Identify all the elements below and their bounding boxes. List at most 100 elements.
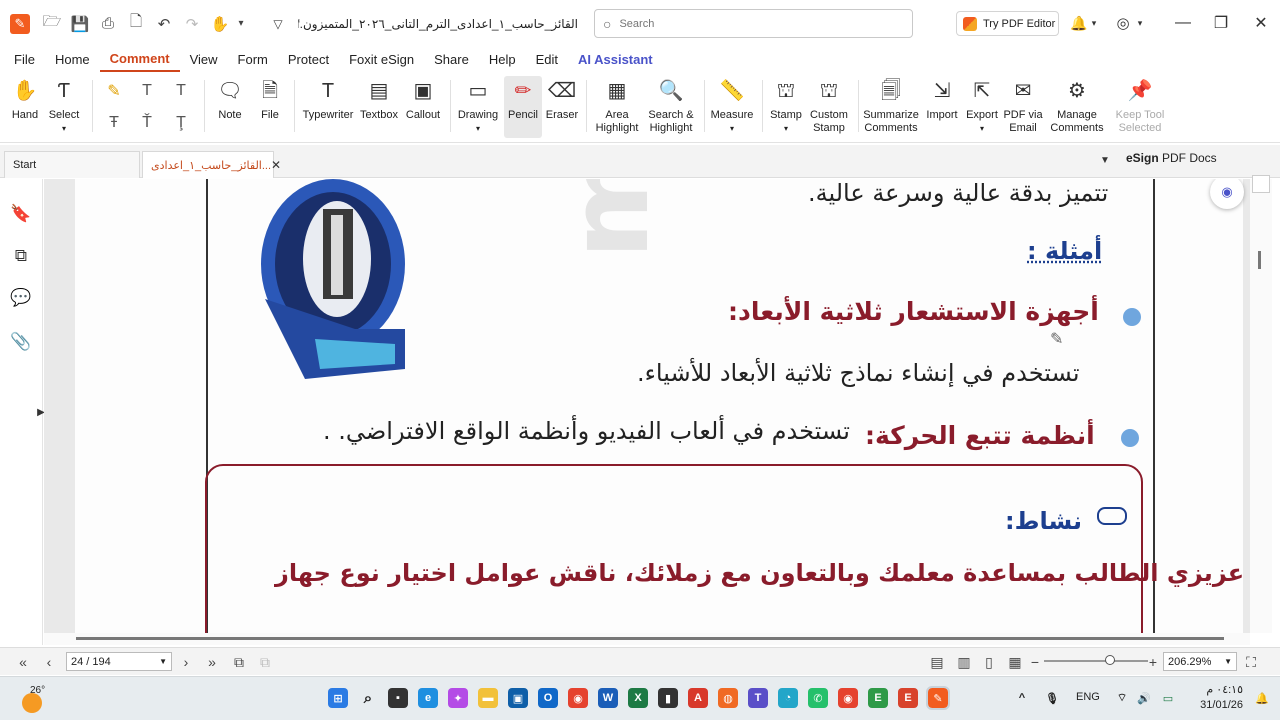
drawing-button[interactable]: ▭ Drawing ▾ xyxy=(456,76,500,138)
measure-button[interactable]: 📏 Measure ▾ xyxy=(708,76,756,138)
strikeout-icon[interactable]: Ŧ xyxy=(103,112,125,134)
word-icon[interactable]: W xyxy=(598,688,618,708)
chrome-icon[interactable]: ◉ xyxy=(568,688,588,708)
search-input[interactable] xyxy=(619,17,880,30)
try-pdf-editor-button[interactable]: Try PDF Editor xyxy=(956,11,1059,36)
taskbar-search-icon[interactable]: ⌕ xyxy=(358,688,378,708)
horizontal-scroll-thumb[interactable] xyxy=(76,637,1224,640)
clock[interactable]: ٠٤:١٥ م 31/01/26 xyxy=(1193,683,1243,713)
tab-document[interactable]: ...القائز_حاسب_١_اعدادى ✕ xyxy=(142,151,281,178)
new-document-icon[interactable]: 🗋 xyxy=(122,10,150,38)
zoom-level-field[interactable]: 206.29% ▼ xyxy=(1163,652,1237,671)
volume-icon[interactable]: 🔊 xyxy=(1134,688,1154,708)
notification-center-icon[interactable]: 🔔 xyxy=(1252,688,1272,708)
continuous-view-icon[interactable]: ▥ xyxy=(953,652,975,672)
file-attachment-button[interactable]: 🗎 File xyxy=(252,76,288,138)
summarize-comments-button[interactable]: 🗐 Summarize Comments xyxy=(862,76,920,138)
pdf-via-email-button[interactable]: ✉ PDF via Email xyxy=(1002,76,1044,138)
document-view[interactable]: menG5 تتميز بدقة عالية وسرعة عالية. أمثل… xyxy=(44,179,1272,633)
battery-icon[interactable]: ▭ xyxy=(1158,688,1178,708)
start-button-icon[interactable]: ⊞ xyxy=(328,688,348,708)
chrome2-icon[interactable]: ◉ xyxy=(838,688,858,708)
file-explorer-icon[interactable]: ▬ xyxy=(478,688,498,708)
stamp-button[interactable]: ⛫ Stamp ▾ xyxy=(766,76,806,138)
select-button[interactable]: Ƭ Select ▾ xyxy=(46,76,82,138)
continuous-facing-view-icon[interactable]: ▦ xyxy=(1004,652,1026,672)
menu-ai-assistant[interactable]: AI Assistant xyxy=(568,47,663,72)
zoom-in-icon[interactable]: + xyxy=(1142,652,1164,672)
store-icon[interactable]: ▣ xyxy=(508,688,528,708)
menu-comment[interactable]: Comment xyxy=(99,47,180,72)
menu-file[interactable]: File xyxy=(4,47,45,72)
attachment-icon[interactable]: 📎 xyxy=(10,331,32,353)
close-tab-icon[interactable]: ✕ xyxy=(271,158,281,172)
save-icon[interactable]: 💾 xyxy=(66,10,94,38)
next-view-icon[interactable]: ⧉ xyxy=(254,652,276,672)
area-highlight-button[interactable]: ▦ Area Highlight xyxy=(592,76,642,138)
insert-text-icon[interactable]: Ţ xyxy=(170,112,192,134)
single-page-view-icon[interactable]: ▤ xyxy=(926,652,948,672)
zoom-slider-thumb[interactable] xyxy=(1105,655,1115,665)
microphone-icon[interactable]: 🎙 xyxy=(1042,688,1062,708)
edge-browser-icon[interactable]: e xyxy=(418,688,438,708)
eraser-button[interactable]: ⌫ Eraser xyxy=(544,76,580,138)
minimize-icon[interactable]: — xyxy=(1168,8,1198,38)
whatsapp-icon[interactable]: ✆ xyxy=(808,688,828,708)
panel-toggle-icon[interactable] xyxy=(1252,175,1270,193)
task-view-icon[interactable]: ▪ xyxy=(388,688,408,708)
teams-icon[interactable]: T xyxy=(748,688,768,708)
menu-edit[interactable]: Edit xyxy=(526,47,568,72)
undo-icon[interactable]: ↶ xyxy=(150,10,178,38)
hand-tool-icon[interactable]: ✋ xyxy=(206,10,234,38)
close-window-icon[interactable]: ✕ xyxy=(1246,8,1276,38)
page-number-field[interactable]: 24 / 194 ▼ xyxy=(66,652,172,671)
previous-view-icon[interactable]: ⧉ xyxy=(228,652,250,672)
comments-panel-icon[interactable]: 💬 xyxy=(10,287,32,309)
export-button[interactable]: ⇱ Export ▾ xyxy=(962,76,1002,138)
last-page-icon[interactable]: » xyxy=(201,652,223,672)
note-button[interactable]: 🗨 Note xyxy=(212,76,248,138)
bell-dropdown-icon[interactable]: ▾ xyxy=(1086,8,1102,38)
weather-widget[interactable]: 26° xyxy=(22,683,56,715)
print-icon[interactable]: ⎙ xyxy=(94,10,122,38)
bookmark-icon[interactable]: 🔖 xyxy=(10,203,32,225)
outlook-icon[interactable]: O xyxy=(538,688,558,708)
vertical-scrollbar[interactable] xyxy=(1250,175,1272,633)
menu-foxit-esign[interactable]: Foxit eSign xyxy=(339,47,424,72)
open-folder-icon[interactable]: 🗁 xyxy=(38,10,66,38)
facing-view-icon[interactable]: ▯ xyxy=(978,652,1000,672)
search-box[interactable]: ○ xyxy=(594,9,913,38)
next-page-icon[interactable]: › xyxy=(175,652,197,672)
app2-icon[interactable]: ◔ xyxy=(778,688,798,708)
menu-view[interactable]: View xyxy=(180,47,228,72)
wifi-icon[interactable]: ⌔ xyxy=(1112,688,1132,708)
account-dropdown-icon[interactable]: ▾ xyxy=(1132,8,1148,38)
foxit-taskbar-icon[interactable]: ✎ xyxy=(926,686,950,710)
zoom-slider[interactable] xyxy=(1044,660,1148,662)
first-page-icon[interactable]: « xyxy=(12,652,34,672)
menu-home[interactable]: Home xyxy=(45,47,100,72)
previous-page-icon[interactable]: ‹ xyxy=(38,652,60,672)
input-language[interactable]: ENG xyxy=(1076,691,1100,703)
restore-icon[interactable]: ❐ xyxy=(1206,8,1236,38)
replace-text-icon[interactable]: Ť xyxy=(136,112,158,134)
typewriter-button[interactable]: T Typewriter xyxy=(300,76,356,138)
app-icon[interactable]: ▮ xyxy=(658,688,678,708)
hand-button[interactable]: ✋ Hand xyxy=(8,76,42,138)
tab-list-dropdown-icon[interactable]: ▼ xyxy=(1100,155,1110,166)
filter-icon[interactable]: ▽ xyxy=(264,10,292,38)
pencil-button[interactable]: ✏ Pencil xyxy=(504,76,542,138)
app3-icon[interactable]: E xyxy=(868,688,888,708)
copilot-icon[interactable]: ✦ xyxy=(448,688,468,708)
show-hidden-icons-icon[interactable]: ^ xyxy=(1012,688,1032,708)
search-highlight-button[interactable]: 🔍 Search & Highlight xyxy=(644,76,698,138)
menu-share[interactable]: Share xyxy=(424,47,479,72)
zoom-out-icon[interactable]: − xyxy=(1024,652,1046,672)
squiggly-text-icon[interactable]: T xyxy=(170,80,192,102)
customize-dropdown-icon[interactable]: ▾ xyxy=(234,10,248,38)
menu-protect[interactable]: Protect xyxy=(278,47,339,72)
horizontal-scrollbar[interactable] xyxy=(44,633,1250,645)
pages-thumbnail-icon[interactable]: ⧉ xyxy=(10,245,32,267)
excel-icon[interactable]: X xyxy=(628,688,648,708)
keep-tool-selected-button[interactable]: 📌 Keep Tool Selected xyxy=(1112,76,1168,138)
